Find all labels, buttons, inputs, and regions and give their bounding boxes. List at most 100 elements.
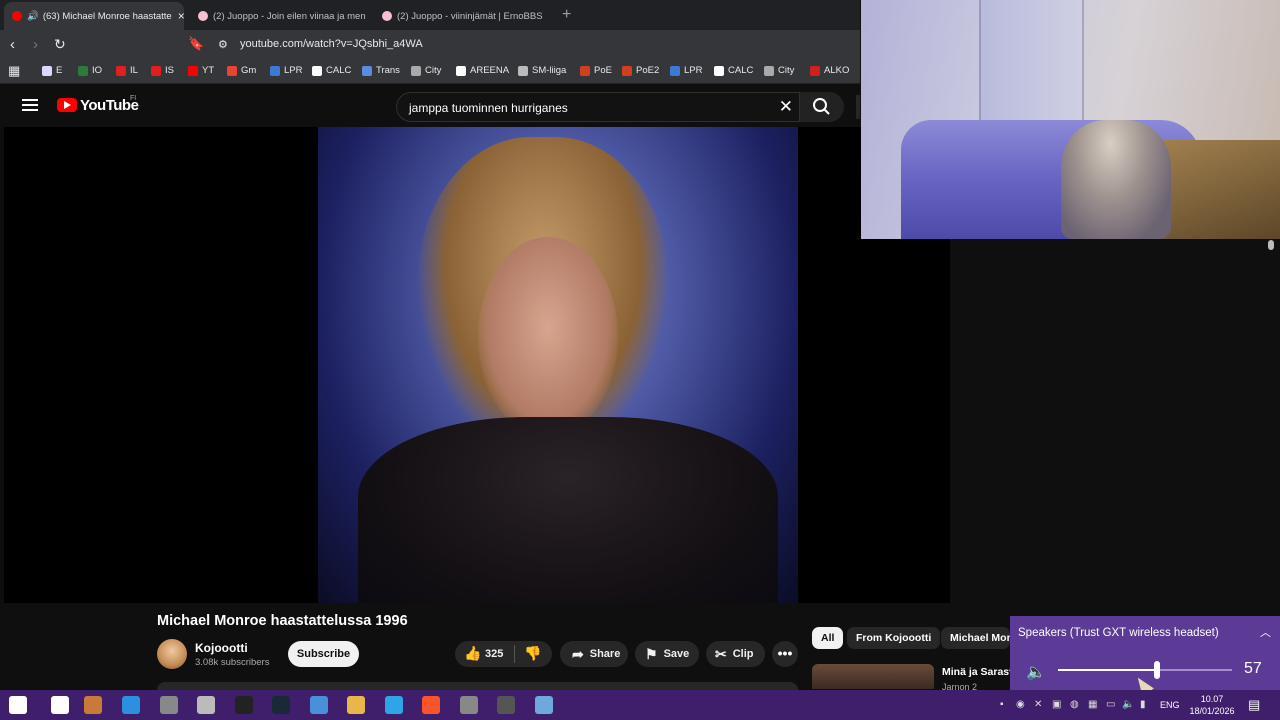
bookmark-poe[interactable]: PoE <box>580 65 612 76</box>
bookmark-io[interactable]: IO <box>78 65 102 76</box>
tab-juoppo-2[interactable]: (2) Juoppo - viininjämät | ErnoBBS <box>374 2 550 30</box>
nvidia-tray-icon[interactable]: ▪ <box>1000 699 1004 710</box>
bookmark-city[interactable]: City <box>411 65 441 76</box>
edge-icon[interactable] <box>385 696 403 714</box>
audio-device-name[interactable]: Speakers (Trust GXT wireless headset) <box>1018 627 1219 639</box>
bookmark-calc[interactable]: CALC <box>312 65 351 76</box>
bookmark-alko[interactable]: ALKO <box>810 65 849 76</box>
steam-icon[interactable] <box>272 696 290 714</box>
bookmarks-bar: ▦ E IO IL IS YT Gm LPR CALC Trans City AREENA SM-li… <box>0 60 860 84</box>
volume-tray-icon[interactable]: 🔈 <box>1122 699 1134 710</box>
forum-favicon-icon <box>198 11 208 21</box>
forward-icon[interactable]: › <box>33 36 38 53</box>
bookmark-sm-liiga[interactable]: SM-liiga <box>518 65 566 76</box>
bookmark-lpr[interactable]: LPR <box>270 65 302 76</box>
tray-app-icon[interactable]: ◉ <box>1016 699 1025 710</box>
tool-icon[interactable] <box>460 696 478 714</box>
dislike-icon[interactable]: 👎 <box>524 645 541 662</box>
site-info-icon[interactable]: ⚙ <box>218 38 228 51</box>
bookmark-trans[interactable]: Trans <box>362 65 400 76</box>
like-icon[interactable]: 👍 <box>464 645 481 662</box>
start-icon[interactable] <box>9 696 27 714</box>
network-icon[interactable]: ▭ <box>1106 699 1115 710</box>
channel-name[interactable]: Kojoootti <box>195 641 248 655</box>
voice-search-button[interactable] <box>856 95 860 119</box>
search-button[interactable] <box>800 92 844 122</box>
store-icon[interactable] <box>310 696 328 714</box>
epic-games-icon[interactable] <box>235 696 253 714</box>
obs-icon[interactable] <box>160 696 178 714</box>
tray-app-icon[interactable]: ▣ <box>1052 699 1061 710</box>
reload-icon[interactable]: ↻ <box>54 36 66 53</box>
clip-button[interactable]: ✂ Clip <box>706 641 765 667</box>
volume-fill <box>1058 669 1157 671</box>
bookmark-is[interactable]: IS <box>151 65 174 76</box>
globe-app-icon[interactable] <box>122 696 140 714</box>
chevron-up-icon[interactable]: ︿ <box>1260 624 1271 640</box>
tray-app-icon[interactable]: ▦ <box>1088 699 1097 710</box>
share-button[interactable]: ➦ Share <box>560 641 628 667</box>
youtube-logo-icon[interactable] <box>57 98 77 112</box>
chip-all[interactable]: All <box>812 627 844 649</box>
brave-icon[interactable] <box>422 696 440 714</box>
chip-from-channel[interactable]: From Kojoootti <box>847 627 941 649</box>
save-button[interactable]: ⚑ Save <box>635 641 699 667</box>
clock[interactable]: 10.07 18/01/2026 <box>1188 693 1236 717</box>
language-indicator[interactable]: ENG <box>1160 700 1180 710</box>
bookmark-gm[interactable]: Gm <box>227 65 256 76</box>
bookmark-areena[interactable]: AREENA <box>456 65 509 76</box>
speaker-volume-icon[interactable]: 🔈 <box>1026 662 1046 682</box>
close-tab-icon[interactable]: × <box>172 9 184 23</box>
bookmark-e[interactable]: E <box>42 65 62 76</box>
new-tab-button[interactable]: + <box>562 6 571 24</box>
volume-slider-thumb[interactable] <box>1154 661 1160 679</box>
game-icon[interactable] <box>497 696 515 714</box>
notepad-icon[interactable] <box>197 696 215 714</box>
cursor-app-icon[interactable] <box>51 696 69 714</box>
app-icon[interactable] <box>535 696 553 714</box>
bookmark-calc[interactable]: CALC <box>714 65 753 76</box>
chip-related[interactable]: Michael Mon <box>941 627 1010 649</box>
scythe-app-icon[interactable] <box>84 696 102 714</box>
tray-app-icon[interactable]: ✕ <box>1034 699 1042 710</box>
steam-tray-icon[interactable]: ◍ <box>1070 699 1079 710</box>
bookmark-icon[interactable]: 🔖 <box>188 36 204 52</box>
speaker-icon[interactable]: 🔊 <box>27 11 39 22</box>
clear-search-icon[interactable]: ✕ <box>779 97 793 117</box>
menu-icon[interactable] <box>22 99 38 111</box>
more-actions-button[interactable]: ••• <box>772 641 798 667</box>
channel-avatar[interactable] <box>157 639 187 669</box>
bookmark-favicon-icon <box>456 65 466 76</box>
video-player[interactable] <box>4 127 950 603</box>
volume-slider[interactable] <box>1058 661 1232 679</box>
bookmark-lpr[interactable]: LPR <box>670 65 702 76</box>
bookmark-favicon-icon <box>312 65 322 76</box>
forum-favicon-icon <box>382 11 392 21</box>
tab-juoppo-1[interactable]: (2) Juoppo - Join eilen viinaa ja meni <box>190 2 366 30</box>
scrollbar-thumb[interactable] <box>1268 240 1274 250</box>
search-box[interactable]: jamppa tuominnen hurriganes ✕ <box>396 92 800 122</box>
notifications-icon[interactable]: ▤ <box>1248 697 1260 713</box>
bookmark-yt[interactable]: YT <box>188 65 214 76</box>
bookmark-city[interactable]: City <box>764 65 794 76</box>
folder-icon[interactable] <box>347 696 365 714</box>
video-title: Michael Monroe haastattelussa 1996 <box>157 613 408 629</box>
bookmark-il[interactable]: IL <box>116 65 138 76</box>
scissors-icon: ✂ <box>715 645 727 662</box>
like-count[interactable]: 325 <box>485 648 503 660</box>
bookmark-label: City <box>778 65 795 76</box>
recommendation-title[interactable]: Minä ja Sarasv <box>942 666 1010 678</box>
tab-youtube[interactable]: 🔊 (63) Michael Monroe haastatte × <box>4 2 184 30</box>
headset-tray-icon[interactable]: ▮ <box>1140 699 1146 710</box>
subscribe-button[interactable]: Subscribe <box>288 641 359 667</box>
bookmark-favicon-icon <box>764 65 774 76</box>
recommendation-thumbnail[interactable] <box>812 664 934 689</box>
bookmark-label: LPR <box>284 65 303 76</box>
url-field[interactable]: youtube.com/watch?v=JQsbhi_a4WA <box>240 38 423 50</box>
search-icon <box>813 98 830 115</box>
divider <box>514 645 515 663</box>
bookmark-poe2[interactable]: PoE2 <box>622 65 659 76</box>
apps-grid-icon[interactable]: ▦ <box>8 63 20 79</box>
search-input[interactable]: jamppa tuominnen hurriganes <box>409 101 568 115</box>
back-icon[interactable]: ‹ <box>10 36 15 53</box>
